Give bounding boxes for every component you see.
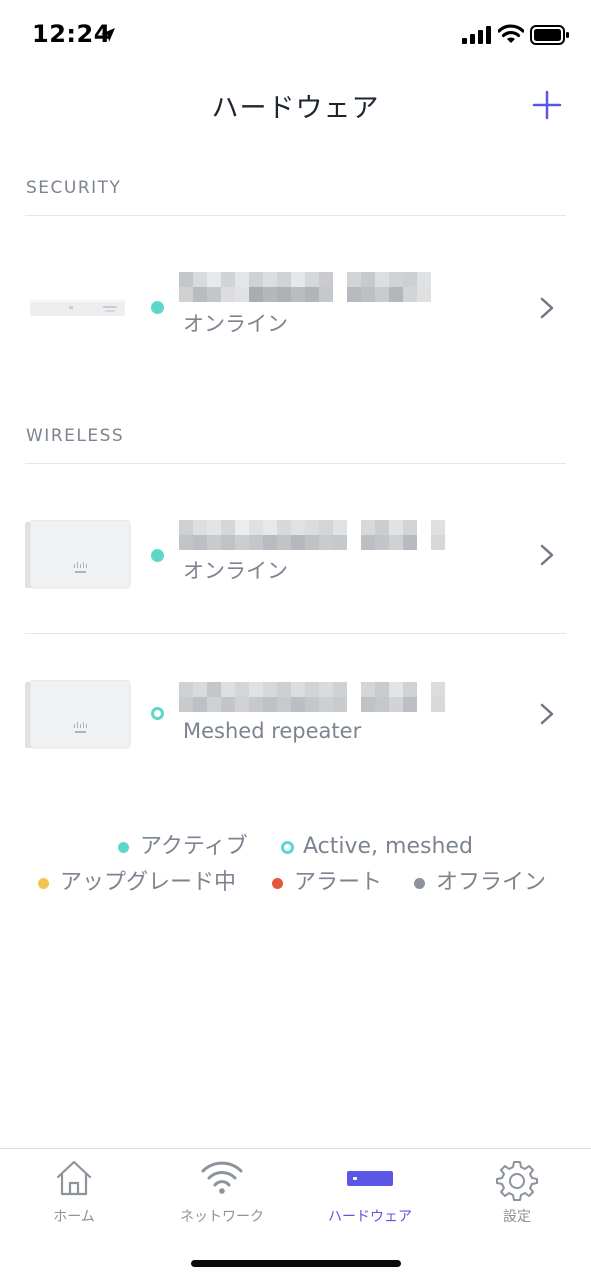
tab-label: 設定 [503, 1209, 531, 1225]
access-point-image [25, 520, 131, 589]
legend-dot-alert [272, 878, 283, 889]
tab-label: ホーム [53, 1209, 95, 1225]
status-dot-active [151, 301, 164, 314]
status-dot-active-meshed [151, 707, 164, 720]
legend-label-active: アクティブ [140, 834, 248, 859]
legend-dot-active-meshed [281, 841, 294, 854]
device-name-redacted [179, 682, 451, 712]
device-status: オンライン [183, 312, 288, 336]
plus-icon [532, 90, 562, 120]
tab-home[interactable]: ホーム [0, 1149, 148, 1239]
section-header-wireless: WIRELESS [26, 426, 125, 446]
tab-label: ネットワーク [180, 1209, 264, 1225]
chevron-right-icon [540, 703, 554, 725]
location-arrow-icon [101, 28, 115, 42]
device-row-meshed-repeater[interactable]: Meshed repeater [0, 660, 591, 770]
legend-dot-offline [414, 878, 425, 889]
gear-icon [496, 1161, 538, 1201]
hardware-icon [347, 1171, 393, 1186]
device-name-redacted [179, 520, 453, 550]
page-title: ハードウェア [211, 93, 380, 124]
legend-dot-active [118, 842, 129, 853]
legend-label-alert: アラート [294, 870, 383, 895]
device-status: オンライン [183, 559, 288, 583]
device-status: Meshed repeater [183, 719, 362, 743]
status-dot-active [151, 549, 164, 562]
device-name-redacted [179, 272, 439, 302]
legend-dot-upgrading [38, 878, 49, 889]
tab-label: ハードウェア [328, 1209, 412, 1225]
security-appliance-image [30, 299, 125, 316]
add-hardware-button[interactable] [530, 88, 564, 122]
cellular-signal-icon [462, 26, 491, 44]
status-bar: 12:24 [0, 0, 591, 70]
section-header-security: SECURITY [26, 178, 122, 198]
chevron-right-icon [540, 544, 554, 566]
row-divider [25, 633, 566, 634]
access-point-image [25, 680, 131, 749]
chevron-right-icon [540, 297, 554, 319]
wifi-icon [201, 1161, 243, 1194]
section-divider [25, 463, 566, 464]
home-indicator[interactable] [191, 1260, 401, 1267]
wifi-status-icon [498, 24, 524, 43]
home-icon [56, 1160, 92, 1196]
tab-hardware[interactable]: ハードウェア [296, 1149, 444, 1239]
legend-label-offline: オフライン [436, 870, 547, 895]
tab-network[interactable]: ネットワーク [148, 1149, 296, 1239]
legend-label-active-meshed: Active, meshed [303, 834, 473, 859]
section-divider [25, 215, 566, 216]
tab-settings[interactable]: 設定 [443, 1149, 591, 1239]
legend-label-upgrading: アップグレード中 [60, 870, 237, 895]
battery-icon [530, 25, 569, 45]
device-row-security-appliance[interactable]: オンライン [0, 260, 591, 356]
device-row-access-point[interactable]: オンライン [0, 500, 591, 610]
